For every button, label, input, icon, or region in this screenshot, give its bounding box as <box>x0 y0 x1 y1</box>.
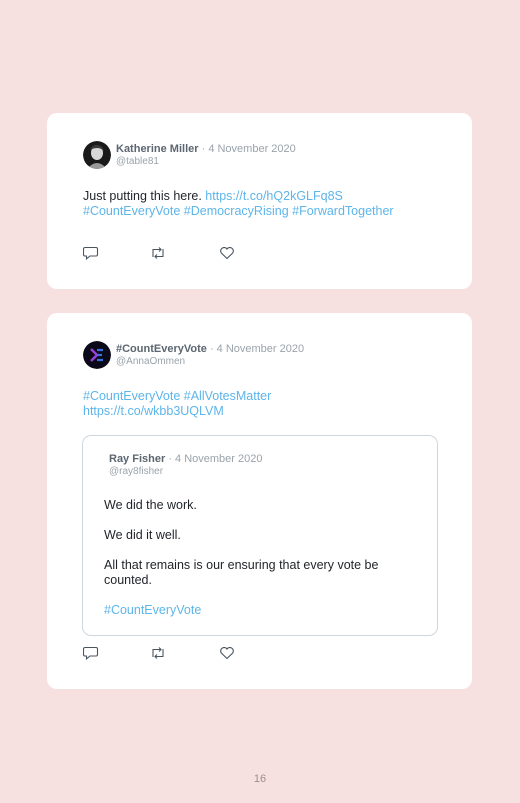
heart-icon[interactable] <box>219 246 235 260</box>
quoted-text-line: All that remains is our ensuring that ev… <box>104 558 379 572</box>
quoted-tweet[interactable]: Ray Fisher · 4 November 2020 @ray8fisher… <box>82 435 438 636</box>
tweet-hashtags[interactable]: #CountEveryVote #DemocracyRising #Forwar… <box>83 203 394 219</box>
quoted-hashtag[interactable]: #CountEveryVote <box>104 602 201 618</box>
tweet-card: #CountEveryVote · 4 November 2020 @AnnaO… <box>47 313 472 689</box>
quoted-author-name[interactable]: Ray Fisher · 4 November 2020 <box>109 453 262 465</box>
tweet-hashtags[interactable]: #CountEveryVote #AllVotesMatter <box>83 388 271 404</box>
retweet-icon[interactable] <box>150 646 166 660</box>
reply-icon[interactable] <box>82 646 99 660</box>
tweet-card: Katherine Miller · 4 November 2020 @tabl… <box>47 113 472 289</box>
reply-icon[interactable] <box>82 246 99 260</box>
author-name[interactable]: #CountEveryVote · 4 November 2020 <box>116 343 304 355</box>
tweet-date: · 4 November 2020 <box>209 343 305 355</box>
retweet-icon[interactable] <box>150 246 166 260</box>
quoted-text-line: We did it well. <box>104 528 181 542</box>
tweet-text: Just putting this here. https://t.co/hQ2… <box>83 189 343 203</box>
author-handle[interactable]: @table81 <box>116 156 159 167</box>
tweet-date: · 4 November 2020 <box>201 143 296 155</box>
avatar[interactable] <box>83 141 111 169</box>
author-handle[interactable]: @AnnaOmmen <box>116 356 185 367</box>
page-number: 16 <box>253 773 267 785</box>
heart-icon[interactable] <box>219 646 235 660</box>
author-name[interactable]: Katherine Miller · 4 November 2020 <box>116 143 296 155</box>
quoted-text-line: We did the work. <box>104 498 197 512</box>
avatar[interactable] <box>83 341 111 369</box>
tweet-link[interactable]: https://t.co/hQ2kGLFq8S <box>205 189 343 203</box>
tweet-link[interactable]: https://t.co/wkbb3UQLVM <box>83 403 224 419</box>
quoted-tweet-date: · 4 November 2020 <box>168 453 263 465</box>
quoted-author-handle[interactable]: @ray8fisher <box>109 466 163 477</box>
quoted-text-line: counted. <box>104 573 152 587</box>
